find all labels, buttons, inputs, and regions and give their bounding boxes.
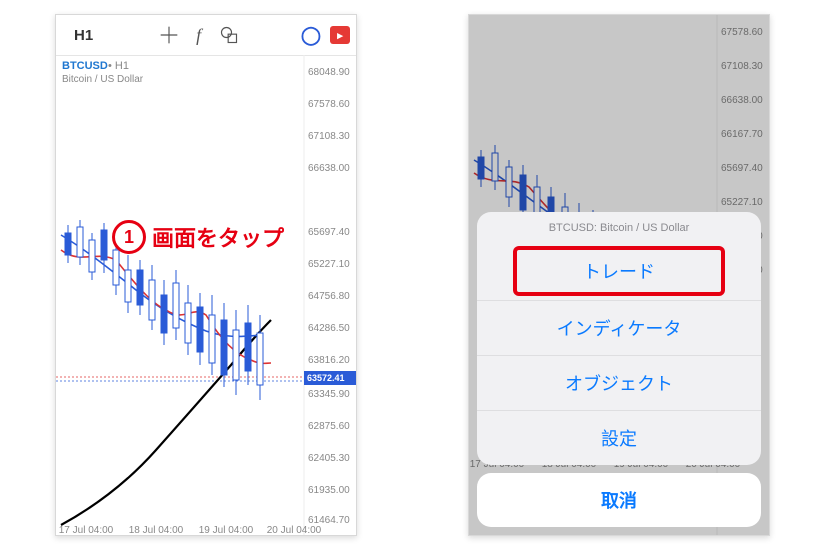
crosshair-icon[interactable]: [154, 20, 184, 50]
action-sheet-header: BTCUSD: Bitcoin / US Dollar: [477, 212, 761, 242]
menu-item-object[interactable]: オブジェクト: [477, 355, 761, 410]
phone-screenshot-1: H1 f ◯ ▸ BTCUSD • H1 Bitcoin / US Dollar…: [55, 14, 357, 536]
svg-text:67108.30: 67108.30: [308, 131, 350, 142]
menu-item-trade[interactable]: トレード: [513, 246, 725, 296]
symbol-code: BTCUSD: [62, 60, 108, 72]
action-sheet-group: BTCUSD: Bitcoin / US Dollar トレード 2 インディケ…: [477, 212, 761, 465]
svg-text:17 Jul 04:00: 17 Jul 04:00: [59, 525, 114, 535]
y-axis: 68048.90 67578.60 67108.30 66638.00 6569…: [308, 67, 350, 526]
svg-text:66638.00: 66638.00: [308, 163, 350, 174]
svg-text:63345.90: 63345.90: [308, 389, 350, 400]
svg-text:62875.60: 62875.60: [308, 421, 350, 432]
price-chart[interactable]: BTCUSD • H1 Bitcoin / US Dollar 68048.90…: [56, 55, 356, 535]
function-icon[interactable]: f: [184, 20, 214, 50]
phone-screenshot-2: 67578.60 67108.30 66638.00 66167.70 6569…: [468, 14, 770, 536]
svg-text:64286.50: 64286.50: [308, 323, 350, 334]
svg-text:18 Jul 04:00: 18 Jul 04:00: [129, 525, 184, 535]
svg-text:19 Jul 04:00: 19 Jul 04:00: [199, 525, 254, 535]
svg-text:68048.90: 68048.90: [308, 67, 350, 78]
svg-text:63816.20: 63816.20: [308, 355, 350, 366]
chart-toolbar: H1 f ◯ ▸: [56, 15, 356, 56]
annotation-number: 1: [112, 220, 146, 254]
menu-cancel-button[interactable]: 取消: [477, 473, 761, 527]
svg-text:65697.40: 65697.40: [308, 227, 350, 238]
svg-text:65227.10: 65227.10: [308, 259, 350, 270]
live-badge-icon[interactable]: ▸: [330, 26, 350, 44]
symbol-desc: Bitcoin / US Dollar: [62, 74, 144, 85]
shapes-icon[interactable]: [214, 20, 244, 50]
svg-text:64756.80: 64756.80: [308, 291, 350, 302]
svg-text:61935.00: 61935.00: [308, 485, 350, 496]
timeframe-label[interactable]: H1: [66, 25, 101, 46]
svg-text:20 Jul 04:00: 20 Jul 04:00: [267, 525, 322, 535]
menu-item-settings[interactable]: 設定: [477, 410, 761, 465]
svg-text:63572.41: 63572.41: [307, 373, 345, 383]
annotation-text: 画面をタップ: [152, 221, 284, 253]
svg-text:62405.30: 62405.30: [308, 453, 350, 464]
symbol-tf: • H1: [108, 60, 129, 72]
annotation-1: 1 画面をタップ: [112, 220, 284, 254]
svg-text:67578.60: 67578.60: [308, 99, 350, 110]
action-sheet: BTCUSD: Bitcoin / US Dollar トレード 2 インディケ…: [477, 212, 761, 527]
refresh-indicator-icon[interactable]: ◯: [296, 20, 326, 50]
menu-item-indicator[interactable]: インディケータ: [477, 300, 761, 355]
